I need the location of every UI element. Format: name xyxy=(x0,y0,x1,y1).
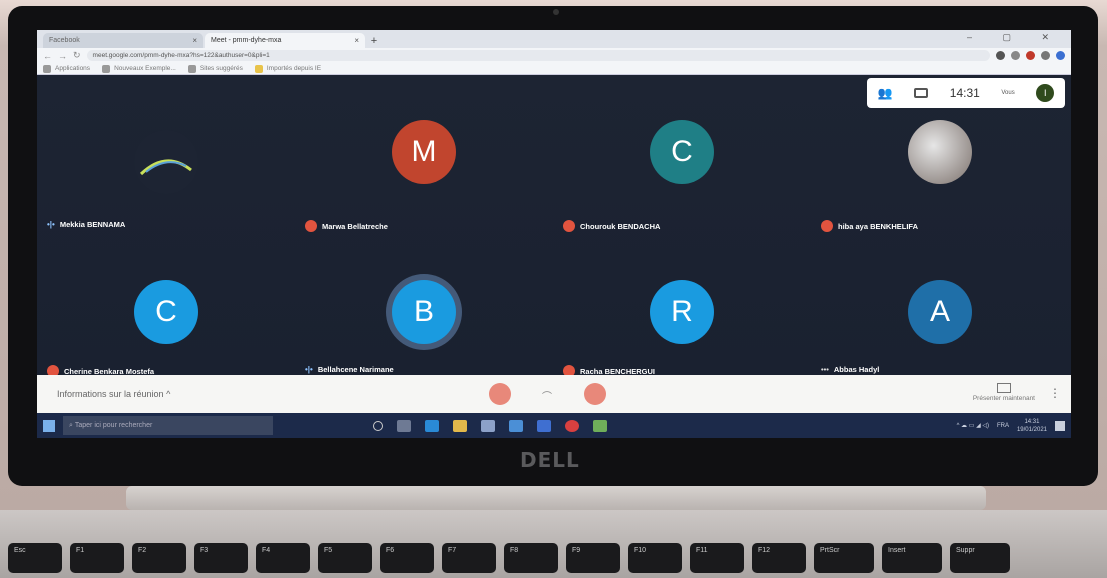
windows-start-icon[interactable] xyxy=(43,419,55,432)
folder-icon xyxy=(254,64,263,73)
taskbar-apps xyxy=(373,419,607,432)
globe-icon xyxy=(102,64,111,73)
taskbar-search[interactable]: ⌕ Taper ici pour rechercher xyxy=(63,416,273,435)
key-f8[interactable]: F8 xyxy=(504,543,558,573)
key-esc[interactable]: Esc xyxy=(8,543,62,573)
end-call-icon[interactable]: ⌒ xyxy=(542,388,552,403)
key-f4[interactable]: F4 xyxy=(256,543,310,573)
key-f6[interactable]: F6 xyxy=(380,543,434,573)
opera-icon[interactable] xyxy=(565,419,579,432)
reload-icon[interactable]: ↻ xyxy=(73,50,81,61)
avatar: R xyxy=(650,280,714,344)
present-icon xyxy=(996,383,1011,393)
taskbar-clock[interactable]: 14:31 19/01/2021 xyxy=(1017,418,1047,434)
back-icon[interactable]: ← xyxy=(43,51,52,61)
explorer-icon[interactable] xyxy=(453,419,467,432)
close-icon[interactable]: × xyxy=(192,36,197,45)
forward-icon[interactable]: → xyxy=(58,51,67,61)
shield-icon[interactable] xyxy=(537,419,551,432)
key-f11[interactable]: F11 xyxy=(690,543,744,573)
camera-toggle-button[interactable] xyxy=(584,383,606,405)
avatar: C xyxy=(134,280,198,344)
participant-tile[interactable]: C Cherine Benkara Mostefa xyxy=(37,225,295,377)
bookmark-exemple[interactable]: Nouveaux Exemple... xyxy=(102,64,176,73)
tray-icons[interactable]: ^ ☁ ▭ ◢ ◁) xyxy=(957,422,989,429)
key-f9[interactable]: F9 xyxy=(566,543,620,573)
function-key-row: Esc F1 F2 F3 F4 F5 F6 F7 F8 F9 F10 F11 F… xyxy=(8,543,1010,573)
task-view-icon[interactable] xyxy=(397,419,411,432)
meeting-info-button[interactable]: Informations sur la réunion ^ xyxy=(57,389,170,399)
profile-icon[interactable] xyxy=(1056,51,1065,60)
system-tray: ^ ☁ ▭ ◢ ◁) FRA 14:31 19/01/2021 xyxy=(957,418,1065,434)
notification-icon[interactable] xyxy=(1055,420,1065,431)
camera-icon[interactable] xyxy=(996,51,1005,60)
participant-tile[interactable]: B •|• Bellahcene Narimane xyxy=(295,225,553,375)
laptop-screen: Facebook × Meet - pmm-dyhe-mxa × + – ▢ ✕… xyxy=(37,30,1071,438)
chrome-icon[interactable] xyxy=(593,419,607,432)
meet-grid: 👥 14:31 Vous I •|• Mekkia BENNAMA M Marw… xyxy=(37,75,1071,377)
opera-icon[interactable] xyxy=(1026,51,1035,60)
more-icon: ••• xyxy=(821,365,829,374)
store-icon[interactable] xyxy=(481,419,495,432)
avatar: A xyxy=(908,280,972,344)
tab-label: Meet - pmm-dyhe-mxa xyxy=(211,37,282,44)
bookmarks-bar: Applications Nouveaux Exemple... Sites s… xyxy=(37,63,1071,75)
participant-tile[interactable]: •|• Mekkia BENNAMA xyxy=(37,85,295,235)
participant-tile[interactable]: C Chourouk BENDACHA xyxy=(553,85,811,235)
participant-tile[interactable]: hiba aya BENKHELIFA xyxy=(811,85,1069,235)
avatar xyxy=(134,130,198,194)
laptop-hinge xyxy=(126,486,986,510)
windows-taskbar: ⌕ Taper ici pour rechercher ^ ☁ ▭ ◢ ◁) F… xyxy=(37,413,1071,438)
participant-name-row: ••• Abbas Hadyl xyxy=(821,365,880,374)
tab-strip: Facebook × Meet - pmm-dyhe-mxa × + – ▢ ✕ xyxy=(37,30,1071,48)
tab-meet[interactable]: Meet - pmm-dyhe-mxa × xyxy=(205,33,365,48)
window-controls[interactable]: – ▢ ✕ xyxy=(967,32,1063,43)
speaking-icon: •|• xyxy=(305,365,313,374)
extension-icon[interactable] xyxy=(1041,51,1050,60)
key-suppr[interactable]: Suppr xyxy=(950,543,1010,573)
bookmark-imported[interactable]: Importés depuis IE xyxy=(254,64,321,73)
logo-image xyxy=(139,159,192,176)
edge-icon[interactable] xyxy=(425,419,439,432)
star-icon[interactable] xyxy=(1011,51,1020,60)
address-bar[interactable]: meet.google.com/pmm-dyhe-mxa?hs=122&auth… xyxy=(86,50,990,61)
webcam xyxy=(553,9,559,15)
avatar-photo xyxy=(908,120,972,184)
tab-label: Facebook xyxy=(49,37,80,44)
avatar: B xyxy=(392,280,456,344)
key-insert[interactable]: Insert xyxy=(882,543,942,573)
tab-facebook[interactable]: Facebook × xyxy=(43,33,203,48)
more-options-icon[interactable]: ⋮ xyxy=(1049,386,1061,400)
cortana-icon[interactable] xyxy=(373,420,383,431)
avatar: M xyxy=(392,120,456,184)
avatar: C xyxy=(650,120,714,184)
key-f5[interactable]: F5 xyxy=(318,543,372,573)
present-now-button[interactable]: Présenter maintenant xyxy=(973,383,1035,402)
key-prtscr[interactable]: PrtScr xyxy=(814,543,874,573)
key-f2[interactable]: F2 xyxy=(132,543,186,573)
bookmark-applications[interactable]: Applications xyxy=(43,64,90,73)
browser-toolbar: ← → ↻ meet.google.com/pmm-dyhe-mxa?hs=12… xyxy=(37,48,1071,63)
bookmark-sites[interactable]: Sites suggérés xyxy=(187,64,243,73)
participant-name-row: •|• Bellahcene Narimane xyxy=(305,365,394,374)
participant-tile[interactable]: A ••• Abbas Hadyl xyxy=(811,225,1069,375)
dell-logo: DELL xyxy=(520,448,580,472)
meeting-controls: Informations sur la réunion ^ ⌒ Présente… xyxy=(37,375,1071,413)
new-tab-icon[interactable]: + xyxy=(367,34,381,48)
key-f12[interactable]: F12 xyxy=(752,543,806,573)
participant-tile[interactable]: R Racha BENCHERGUI xyxy=(553,225,811,377)
participant-tile[interactable]: M Marwa Bellatreche xyxy=(295,85,553,235)
mic-toggle-button[interactable] xyxy=(489,383,511,405)
language-indicator[interactable]: FRA xyxy=(997,423,1009,429)
url-text: meet.google.com/pmm-dyhe-mxa?hs=122&auth… xyxy=(92,52,270,59)
page-icon xyxy=(187,64,196,73)
close-icon[interactable]: × xyxy=(354,36,359,45)
apps-icon xyxy=(43,64,51,73)
key-f10[interactable]: F10 xyxy=(628,543,682,573)
mail-icon[interactable] xyxy=(509,419,523,432)
key-f1[interactable]: F1 xyxy=(70,543,124,573)
key-f7[interactable]: F7 xyxy=(442,543,496,573)
key-f3[interactable]: F3 xyxy=(194,543,248,573)
